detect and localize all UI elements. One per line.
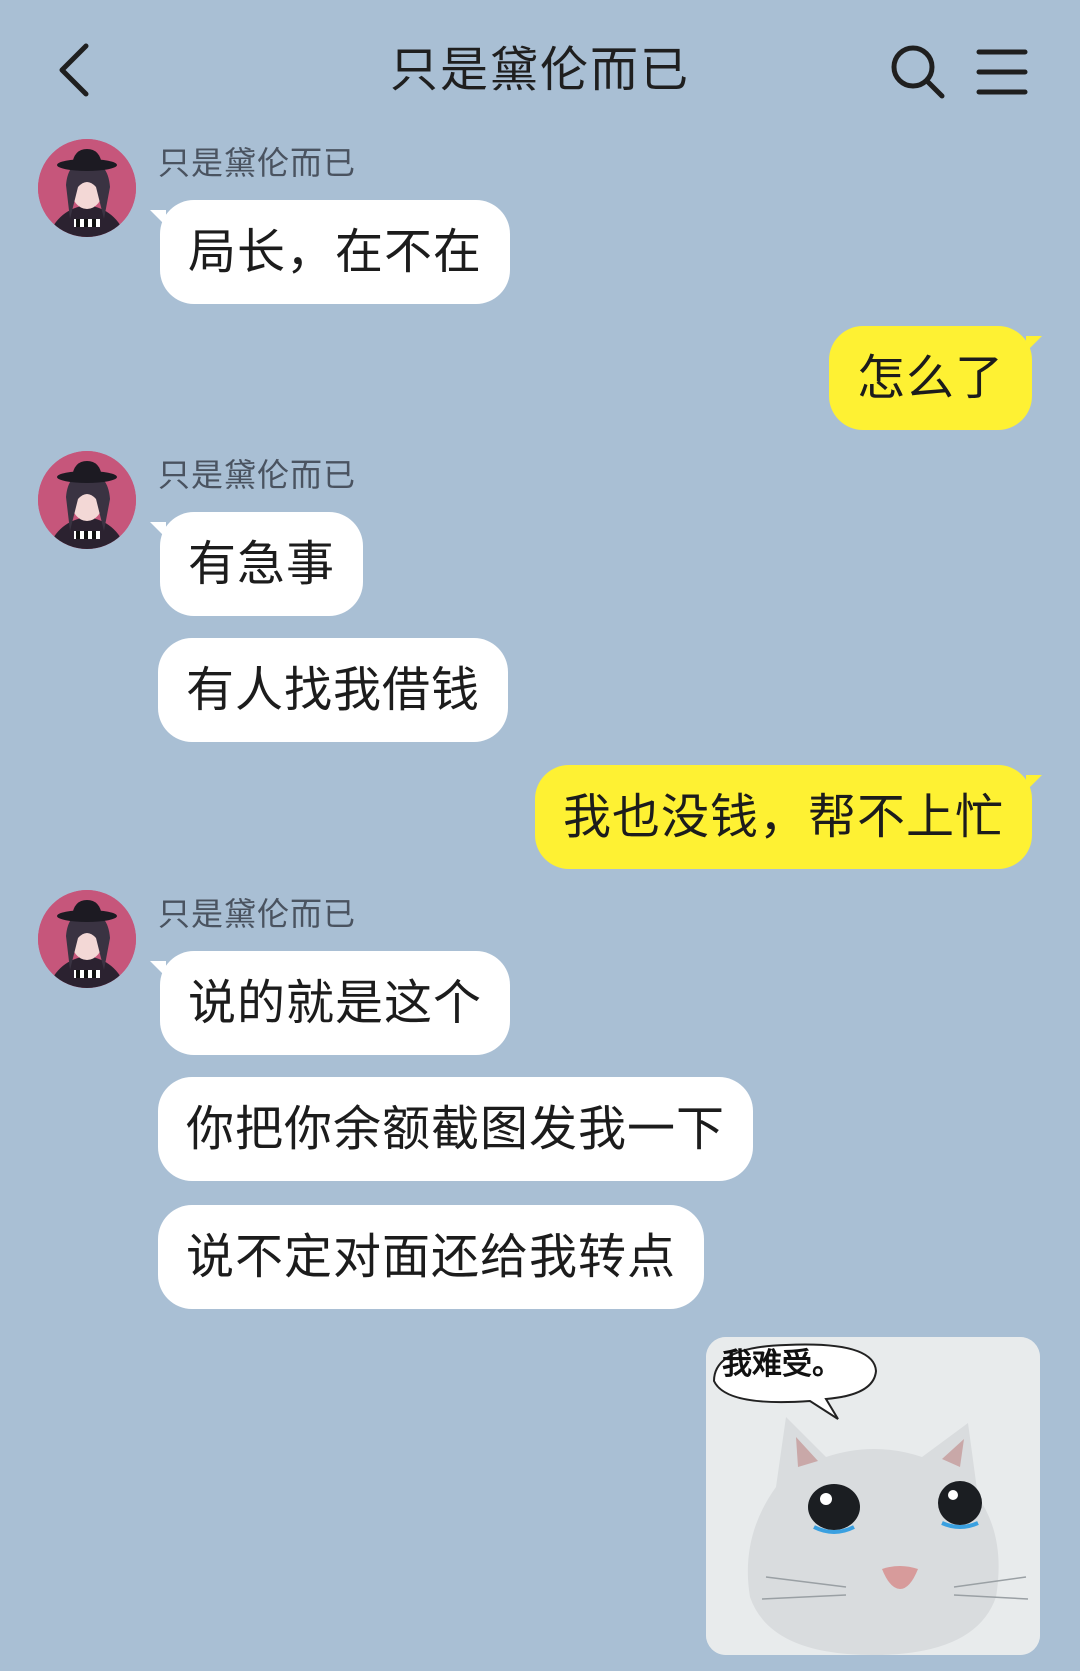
message-bubble-outgoing[interactable]: 我也没钱，帮不上忙 (534, 765, 1042, 869)
message-text: 有急事 (188, 536, 336, 592)
sender-name: 只是黛伦而已 (158, 456, 357, 494)
message-bubble-incoming[interactable]: 局长，在不在 (150, 200, 511, 304)
search-icon (891, 45, 945, 99)
sticker-image[interactable]: 我难受。 (706, 1337, 1040, 1655)
message-bubble-incoming[interactable]: 说的就是这个 (150, 951, 511, 1055)
message-bubble-incoming[interactable]: 说不定对面还给我转点 (158, 1205, 705, 1309)
message-bubble-incoming[interactable]: 你把你余额截图发我一下 (158, 1077, 754, 1181)
sender-name: 只是黛伦而已 (158, 895, 357, 933)
sticker-caption: 我难受。 (722, 1347, 842, 1382)
menu-button[interactable] (975, 44, 1031, 100)
message-text: 你把你余额截图发我一下 (186, 1101, 726, 1157)
avatar[interactable] (38, 890, 136, 988)
avatar[interactable] (38, 139, 136, 237)
message-bubble-incoming[interactable]: 有急事 (150, 512, 364, 616)
message-text: 有人找我借钱 (186, 662, 481, 718)
message-text: 怎么了 (856, 350, 1004, 406)
message-bubble-outgoing[interactable]: 怎么了 (828, 326, 1042, 430)
message-text: 我也没钱，帮不上忙 (562, 789, 1004, 845)
sender-name: 只是黛伦而已 (158, 144, 357, 182)
message-bubble-incoming[interactable]: 有人找我借钱 (158, 638, 509, 742)
message-text: 说的就是这个 (188, 975, 483, 1031)
message-text: 说不定对面还给我转点 (186, 1229, 677, 1285)
hamburger-menu-icon (976, 49, 1028, 95)
message-text: 局长，在不在 (188, 224, 483, 280)
search-button[interactable] (888, 42, 948, 102)
chat-header: 只是黛伦而已 (0, 0, 1080, 140)
avatar[interactable] (38, 451, 136, 549)
